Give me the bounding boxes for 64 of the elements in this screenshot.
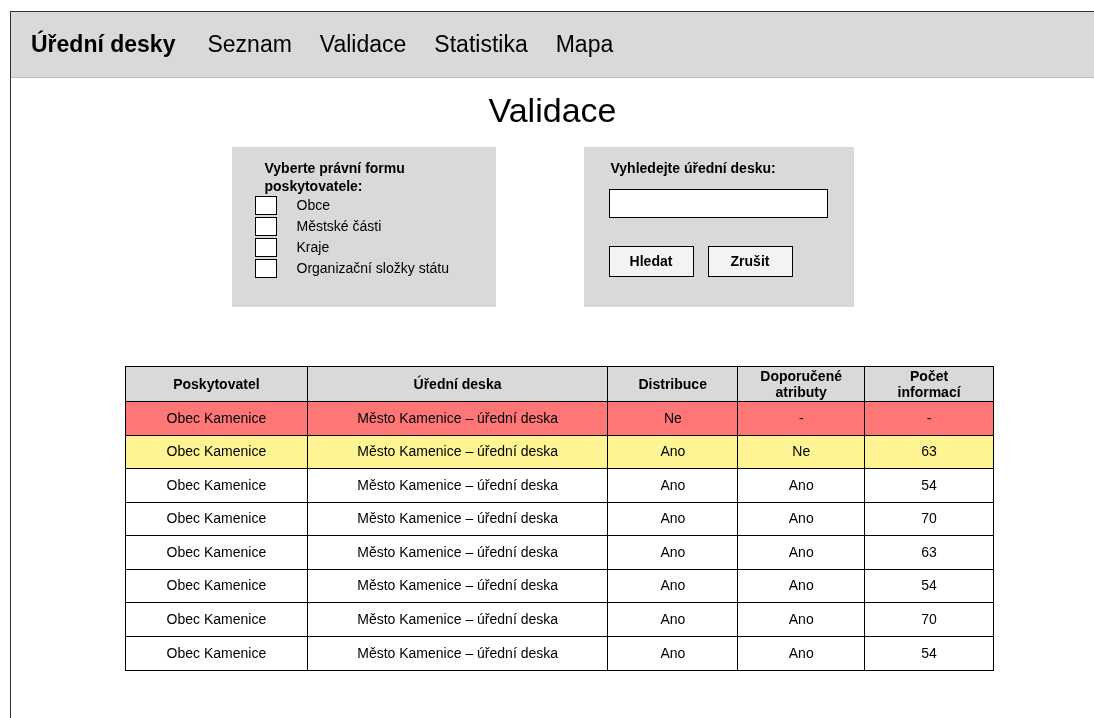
table-cell: 54	[864, 469, 993, 502]
nav-link[interactable]: Mapa	[555, 27, 614, 62]
form-button[interactable]: Zrušit	[707, 246, 793, 277]
table-cell: Ano	[607, 636, 738, 670]
checkbox[interactable]	[254, 196, 277, 215]
table-cell: Město Kamenice – úřední deska	[306, 502, 608, 535]
table-cell: Ano	[607, 603, 738, 636]
table-cell: 54	[864, 569, 993, 602]
table-cell-text: Obec Kamenice	[165, 542, 268, 562]
form-button[interactable]: Hledat	[608, 246, 694, 277]
table-cell: Ano	[737, 502, 865, 535]
table-cell: Ne	[737, 435, 865, 468]
table-cell-text: Obec Kamenice	[165, 408, 268, 428]
filter-heading: Vyberte právní formu poskytovatele:	[263, 159, 406, 195]
table-cell: Ne	[607, 402, 738, 435]
column-header: Úřední deska	[306, 367, 608, 401]
table-cell: Ano	[737, 636, 865, 670]
checkbox-label: Kraje	[296, 238, 330, 257]
table-cell: Ano	[607, 502, 738, 535]
nav-link[interactable]: Validace	[319, 27, 407, 62]
table-cell-text: Obec Kamenice	[165, 442, 268, 462]
table-cell: 63	[864, 536, 993, 569]
nav-link[interactable]: Statistika	[434, 27, 528, 62]
table-cell: Ano	[607, 569, 738, 602]
checkbox-label: Městské části	[296, 217, 382, 236]
column-header: Počet informací	[864, 367, 993, 401]
checkbox[interactable]	[254, 238, 277, 257]
table-cell-text: Obec Kamenice	[165, 475, 268, 495]
page-title: Validace	[488, 90, 617, 131]
table-cell: 54	[864, 636, 993, 670]
table-cell: 70	[864, 603, 993, 636]
table-cell: Město Kamenice – úřední deska	[306, 569, 608, 602]
table-cell: Ano	[607, 469, 738, 502]
table-cell: Město Kamenice – úřední deska	[306, 469, 608, 502]
table-cell: 63	[864, 435, 993, 468]
table-cell: Město Kamenice – úřední deska	[306, 402, 608, 435]
table-cell: 70	[864, 502, 993, 535]
table-cell: Město Kamenice – úřední deska	[306, 536, 608, 569]
table-cell: Ano	[607, 435, 738, 468]
table-cell-text: Obec Kamenice	[165, 509, 268, 529]
search-field[interactable]	[608, 189, 828, 218]
column-header: Poskytovatel	[172, 375, 261, 394]
table-cell: Město Kamenice – úřední deska	[306, 636, 608, 670]
table-cell: Ano	[737, 569, 865, 602]
table-cell-text: Obec Kamenice	[165, 609, 268, 629]
nav-link[interactable]: Seznam	[207, 27, 292, 62]
table-cell: Město Kamenice – úřední deska	[306, 603, 608, 636]
table-cell: -	[864, 402, 993, 435]
table-cell-text: Obec Kamenice	[165, 576, 268, 596]
column-header: Doporučené atributy	[737, 367, 865, 401]
checkbox-label: Organizační složky státu	[296, 259, 449, 278]
search-heading: Vyhledejte úřední desku:	[609, 159, 777, 177]
column-header: Distribuce	[607, 367, 738, 401]
table-cell: Ano	[737, 469, 865, 502]
table-cell: -	[737, 402, 865, 435]
table-cell: Ano	[737, 603, 865, 636]
checkbox[interactable]	[254, 259, 277, 278]
table-cell-text: Obec Kamenice	[165, 643, 268, 663]
checkbox[interactable]	[254, 217, 277, 236]
table-cell: Město Kamenice – úřední deska	[306, 435, 608, 468]
table-cell: Ano	[607, 536, 738, 569]
checkbox-label: Obce	[296, 196, 330, 215]
brand-title[interactable]: Úřední desky	[31, 27, 176, 62]
table-cell: Ano	[737, 536, 865, 569]
